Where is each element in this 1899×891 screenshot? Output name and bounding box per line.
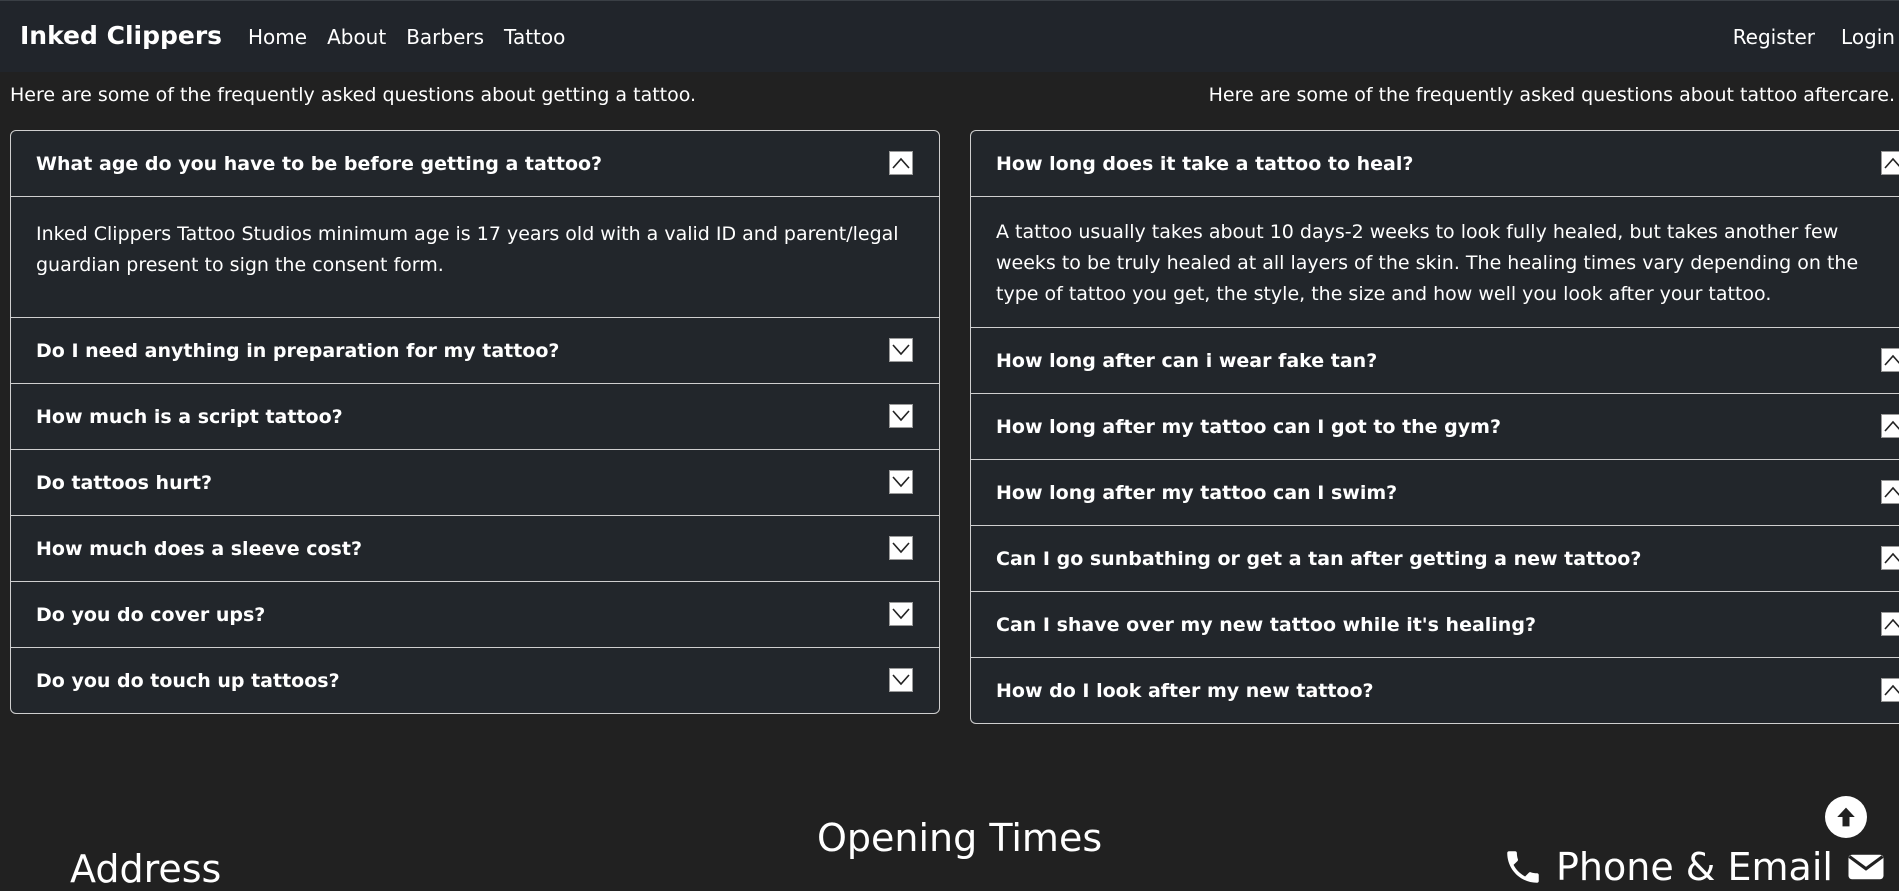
faq-answer: A tattoo usually takes about 10 days-2 w… bbox=[971, 196, 1899, 327]
chevron-up-icon[interactable] bbox=[1881, 612, 1899, 636]
faq-item: Do I need anything in preparation for my… bbox=[11, 318, 939, 384]
arrow-up-circle-icon bbox=[1837, 807, 1855, 827]
envelope-icon bbox=[1848, 854, 1884, 880]
faq-question-text: How long after can i wear fake tan? bbox=[996, 349, 1378, 372]
faq-question-button[interactable]: How long after my tattoo can I swim? bbox=[971, 460, 1899, 525]
faq-item: How much does a sleeve cost? bbox=[11, 516, 939, 582]
faq-item: Do you do cover ups? bbox=[11, 582, 939, 648]
faq-question-text: How much is a script tattoo? bbox=[36, 405, 343, 428]
faq-question-button[interactable]: How long after can i wear fake tan? bbox=[971, 328, 1899, 393]
nav-home[interactable]: Home bbox=[248, 25, 307, 49]
faq-item: What age do you have to be before gettin… bbox=[11, 131, 939, 318]
faq-question-text: Do tattoos hurt? bbox=[36, 471, 213, 494]
faq-item: How long after my tattoo can I swim? bbox=[971, 460, 1899, 526]
chevron-up-icon[interactable] bbox=[1881, 678, 1899, 702]
faq-item: How long after my tattoo can I got to th… bbox=[971, 394, 1899, 460]
faq-item: Can I shave over my new tattoo while it'… bbox=[971, 592, 1899, 658]
faq-answer: Inked Clippers Tattoo Studios minimum ag… bbox=[11, 196, 939, 317]
chevron-up-icon[interactable] bbox=[1881, 480, 1899, 504]
faq-intro-getting-tattoo: Here are some of the frequently asked qu… bbox=[10, 84, 697, 106]
faq-question-text: How do I look after my new tattoo? bbox=[996, 679, 1374, 702]
faq-question-text: How long after my tattoo can I got to th… bbox=[996, 415, 1501, 438]
chevron-down-icon[interactable] bbox=[889, 470, 913, 494]
faq-question-button[interactable]: Do you do touch up tattoos? bbox=[11, 648, 939, 713]
phone-icon bbox=[1507, 851, 1539, 883]
faq-question-button[interactable]: How long after my tattoo can I got to th… bbox=[971, 394, 1899, 459]
nav-register[interactable]: Register bbox=[1733, 25, 1815, 49]
nav-login[interactable]: Login bbox=[1841, 25, 1895, 49]
faq-question-text: Can I shave over my new tattoo while it'… bbox=[996, 613, 1536, 636]
faq-item: Do you do touch up tattoos? bbox=[11, 648, 939, 713]
faq-question-text: How long does it take a tattoo to heal? bbox=[996, 152, 1414, 175]
faq-intro-aftercare: Here are some of the frequently asked qu… bbox=[1208, 84, 1895, 106]
faq-question-text: Do you do touch up tattoos? bbox=[36, 669, 340, 692]
nav-left: Home About Barbers Tattoo bbox=[248, 25, 565, 49]
faq-question-button[interactable]: Do I need anything in preparation for my… bbox=[11, 318, 939, 383]
faq-question-text: Do you do cover ups? bbox=[36, 603, 266, 626]
chevron-up-icon[interactable] bbox=[1881, 348, 1899, 372]
chevron-down-icon[interactable] bbox=[889, 602, 913, 626]
chevron-up-icon[interactable] bbox=[1881, 414, 1899, 438]
faq-question-text: What age do you have to be before gettin… bbox=[36, 152, 603, 175]
faq-question-button[interactable]: Do tattoos hurt? bbox=[11, 450, 939, 515]
back-to-top-button[interactable] bbox=[1825, 796, 1867, 838]
faq-question-button[interactable]: What age do you have to be before gettin… bbox=[11, 131, 939, 196]
faq-question-button[interactable]: Can I shave over my new tattoo while it'… bbox=[971, 592, 1899, 657]
faq-question-text: Do I need anything in preparation for my… bbox=[36, 339, 560, 362]
faq-question-text: Can I go sunbathing or get a tan after g… bbox=[996, 547, 1642, 570]
chevron-up-icon[interactable] bbox=[889, 151, 913, 175]
faq-question-button[interactable]: How long does it take a tattoo to heal? bbox=[971, 131, 1899, 196]
phone-email-heading: Phone & Email bbox=[1502, 845, 1887, 889]
faq-question-button[interactable]: Do you do cover ups? bbox=[11, 582, 939, 647]
faq-item: How long after can i wear fake tan? bbox=[971, 328, 1899, 394]
faq-accordion-aftercare: How long does it take a tattoo to heal? … bbox=[970, 130, 1899, 724]
faq-question-button[interactable]: How do I look after my new tattoo? bbox=[971, 658, 1899, 723]
chevron-down-icon[interactable] bbox=[889, 668, 913, 692]
faq-item: Do tattoos hurt? bbox=[11, 450, 939, 516]
chevron-down-icon[interactable] bbox=[889, 404, 913, 428]
faq-question-button[interactable]: How much does a sleeve cost? bbox=[11, 516, 939, 581]
faq-item: Can I go sunbathing or get a tan after g… bbox=[971, 526, 1899, 592]
faq-question-button[interactable]: Can I go sunbathing or get a tan after g… bbox=[971, 526, 1899, 591]
faq-question-text: How long after my tattoo can I swim? bbox=[996, 481, 1398, 504]
opening-times-heading: Opening Times bbox=[817, 816, 1103, 860]
faq-question-text: How much does a sleeve cost? bbox=[36, 537, 362, 560]
faq-accordion-getting-tattoo: What age do you have to be before gettin… bbox=[10, 130, 940, 714]
chevron-up-icon[interactable] bbox=[1881, 151, 1899, 175]
nav-about[interactable]: About bbox=[327, 25, 386, 49]
nav-right: Register Login bbox=[1733, 25, 1895, 49]
nav-tattoo[interactable]: Tattoo bbox=[504, 25, 565, 49]
faq-item: How do I look after my new tattoo? bbox=[971, 658, 1899, 723]
faq-item: How long does it take a tattoo to heal? … bbox=[971, 131, 1899, 328]
brand-logo[interactable]: Inked Clippers bbox=[20, 21, 222, 50]
phone-email-heading-text: Phone & Email bbox=[1556, 845, 1833, 889]
faq-item: How much is a script tattoo? bbox=[11, 384, 939, 450]
chevron-up-icon[interactable] bbox=[1881, 546, 1899, 570]
navbar: Inked Clippers Home About Barbers Tattoo… bbox=[0, 0, 1899, 72]
chevron-down-icon[interactable] bbox=[889, 338, 913, 362]
chevron-down-icon[interactable] bbox=[889, 536, 913, 560]
nav-barbers[interactable]: Barbers bbox=[406, 25, 484, 49]
address-heading: Address bbox=[70, 847, 222, 891]
faq-question-button[interactable]: How much is a script tattoo? bbox=[11, 384, 939, 449]
